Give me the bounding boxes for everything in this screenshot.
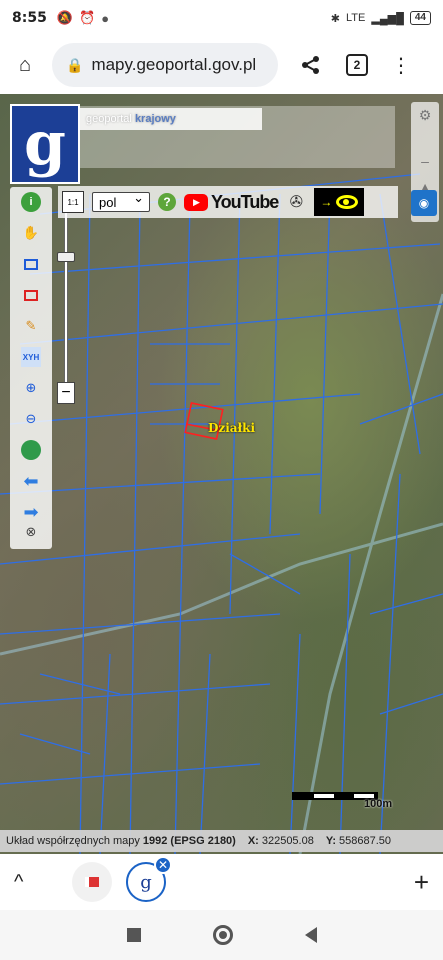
zoom-minus-button[interactable]: − — [57, 382, 75, 404]
banner-text: geoportal — [86, 113, 132, 125]
y-value: 558687.50 — [339, 835, 392, 847]
geoportal-logo[interactable]: g — [10, 104, 80, 184]
zoom-slider-track[interactable] — [64, 202, 68, 402]
tab-thumbnail-2[interactable]: g ✕ — [126, 856, 172, 902]
home-nav-icon[interactable] — [212, 925, 233, 945]
map-toolbar: 1:1 pol ? ▶ YouTube ✇ → — [58, 186, 398, 218]
visibility-eye-icon[interactable]: ◉ — [411, 190, 437, 216]
flag-icon — [85, 877, 99, 887]
x-value: 322505.08 — [261, 835, 314, 847]
status-notification-icons: 🔕 ⏰ ● — [57, 10, 109, 26]
coord-system-label: Układ współrzędnych mapy — [6, 835, 140, 847]
arrow-icon: → — [320, 195, 333, 209]
geoportal-tab-icon: g — [140, 871, 152, 893]
address-bar[interactable]: 🔒 mapy.geoportal.gov.pl — [52, 43, 278, 87]
youtube-label: YouTube — [211, 191, 279, 212]
alarm-icon: ⏰ — [79, 10, 96, 25]
draw-pencil-icon[interactable]: ✎ — [21, 316, 41, 336]
select-box-icon[interactable] — [21, 285, 41, 305]
zoom-slider-handle[interactable] — [57, 252, 75, 262]
globe-icon[interactable] — [21, 440, 41, 460]
status-bar: 8:55 🔕 ⏰ ● ✱ LTE ▂▄▆█ 44 — [0, 0, 443, 36]
y-label: Y: — [325, 835, 337, 847]
coordinate-status-bar: Układ współrzędnych mapy 1992 (EPSG 2180… — [0, 830, 443, 852]
url-text: mapy.geoportal.gov.pl — [91, 55, 257, 74]
network-type: LTE — [346, 12, 366, 24]
tab-count: 2 — [346, 54, 368, 76]
language-select[interactable]: pol — [92, 190, 150, 212]
scale-label: 100m — [364, 798, 393, 810]
scale-tool-icon[interactable]: 1:1 — [62, 191, 84, 213]
xyh-icon[interactable]: XYH — [21, 347, 41, 367]
more-menu-icon[interactable]: ⋮ — [386, 50, 416, 80]
tool-palette: i ✋ ✎ XYH ⊕ ⊖ ⬅ ➡ ⊗ — [10, 187, 52, 549]
browser-toolbar: ⌂ 🔒 mapy.geoportal.gov.pl 2 ⋮ — [0, 36, 443, 94]
mute-icon: 🔕 — [56, 10, 74, 25]
status-time: 8:55 — [12, 10, 47, 26]
minimize-icon[interactable]: – — [411, 148, 439, 174]
new-tab-plus-icon[interactable]: + — [414, 867, 429, 898]
logo-letter: g — [24, 109, 66, 179]
youtube-play-icon: ▶ — [184, 193, 208, 211]
signal-icon: ▂▄▆█ — [371, 12, 404, 25]
back-nav-icon[interactable] — [304, 927, 317, 943]
settings-gear-icon[interactable]: ⚙ — [411, 102, 439, 128]
system-nav-bar — [0, 910, 443, 960]
tab-thumbnail-1[interactable] — [72, 862, 112, 902]
battery-indicator: 44 — [409, 11, 431, 25]
youtube-link[interactable]: ▶ YouTube — [184, 191, 279, 213]
tab-strip: ^ g ✕ + — [0, 854, 443, 910]
bluetooth-icon: ✱ — [330, 12, 340, 25]
wheelchair-accessibility-icon[interactable]: ✇ — [286, 192, 306, 212]
forward-arrow-icon[interactable]: ➡ — [21, 502, 41, 522]
zoom-in-icon[interactable]: ⊕ — [21, 378, 41, 398]
x-label: X: — [247, 835, 259, 847]
share-icon[interactable] — [296, 50, 326, 80]
eye-icon — [336, 195, 359, 209]
zoom-box-icon[interactable] — [21, 254, 41, 274]
high-contrast-button[interactable]: → — [314, 188, 365, 216]
map-view[interactable]: g geoportal krajowy ⚙ – ▲ ◉ i ✋ ✎ XYH ⊕ … — [0, 94, 443, 854]
close-tab-icon[interactable]: ✕ — [154, 856, 172, 874]
tab-switcher-button[interactable]: 2 — [342, 50, 372, 80]
banner-bold: krajowy — [134, 113, 176, 125]
app-notification-icon: ● — [101, 10, 110, 26]
geoportal-banner: geoportal krajowy — [80, 108, 262, 130]
back-arrow-icon[interactable]: ⬅ — [21, 471, 41, 491]
status-system-icons: ✱ LTE ▂▄▆█ 44 — [331, 11, 431, 25]
home-icon[interactable]: ⌂ — [10, 50, 40, 80]
wheel-icon[interactable]: ⊗ — [21, 522, 41, 542]
lock-icon: 🔒 — [66, 56, 84, 73]
coord-system-value: 1992 (EPSG 2180) — [142, 835, 236, 847]
parcel-label: Działki — [208, 421, 256, 435]
recents-icon[interactable] — [126, 928, 141, 942]
pan-hand-icon[interactable]: ✋ — [21, 223, 41, 243]
info-icon[interactable]: i — [21, 192, 41, 212]
zoom-out-icon[interactable]: ⊖ — [21, 409, 41, 429]
chevron-up-icon[interactable]: ^ — [14, 871, 42, 894]
help-button[interactable]: ? — [158, 193, 176, 211]
